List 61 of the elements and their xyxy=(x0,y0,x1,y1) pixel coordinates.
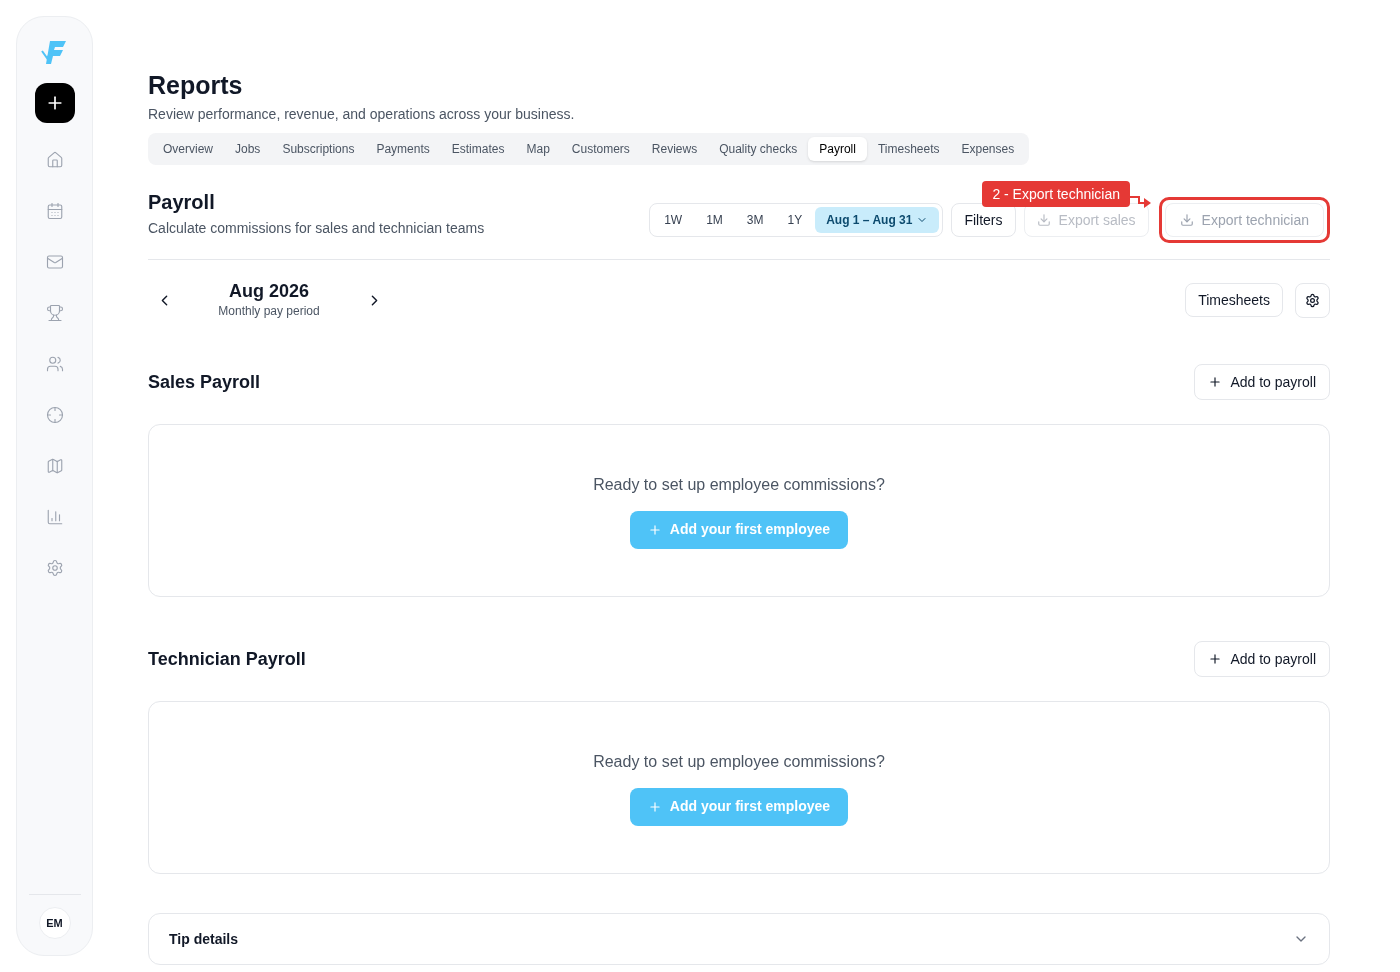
settings-icon xyxy=(45,558,64,577)
range-option[interactable]: 1W xyxy=(653,207,694,233)
add-to-payroll-button[interactable]: Add to payroll xyxy=(1194,364,1330,400)
sidebar-item[interactable] xyxy=(45,456,64,475)
home-icon xyxy=(45,150,64,169)
page-subtitle: Review performance, revenue, and operations across your business. xyxy=(148,105,576,124)
payroll-title: Technician Payroll xyxy=(148,647,306,671)
settings-icon xyxy=(1305,292,1320,308)
new-button[interactable] xyxy=(34,83,75,123)
annotation-arrow xyxy=(1129,194,1152,208)
tab[interactable]: Customers xyxy=(560,137,641,161)
tab[interactable]: Payments xyxy=(365,137,441,161)
tab[interactable]: Quality checks xyxy=(708,137,809,161)
range-option[interactable]: 3M xyxy=(735,207,775,233)
sidebar-item[interactable] xyxy=(45,405,64,424)
download-icon xyxy=(1036,213,1051,227)
sidebar-item[interactable] xyxy=(45,558,64,577)
sidebar-item[interactable] xyxy=(45,150,64,169)
tab[interactable]: Reviews xyxy=(640,137,709,161)
sidebar-item[interactable] xyxy=(45,507,64,526)
range-option[interactable]: Aug 1 – Aug 31 xyxy=(815,207,940,233)
tab[interactable]: Overview xyxy=(152,137,224,161)
map-icon xyxy=(45,456,64,475)
tip-details-row[interactable]: Tip details xyxy=(148,913,1330,965)
section-title: Payroll xyxy=(148,190,216,215)
tab[interactable]: Jobs xyxy=(224,137,272,161)
tab[interactable]: Timesheets xyxy=(866,137,951,161)
users-icon xyxy=(45,354,64,373)
period-caption: Monthly pay period xyxy=(218,303,320,320)
tab[interactable]: Estimates xyxy=(440,137,516,161)
tab[interactable]: Subscriptions xyxy=(271,137,366,161)
tab[interactable]: Expenses xyxy=(950,137,1026,161)
section-subtitle: Calculate commissions for sales and technician teams xyxy=(148,219,485,238)
plus-icon xyxy=(647,799,662,814)
payroll-title: Sales Payroll xyxy=(148,370,261,394)
avatar[interactable]: EM xyxy=(38,907,71,939)
plus-icon xyxy=(1208,375,1223,389)
page-title: Reports xyxy=(148,70,244,100)
empty-state-text: Ready to set up employee commissions? xyxy=(593,751,885,772)
timesheets-button[interactable]: Timesheets xyxy=(1185,283,1283,317)
plus-icon xyxy=(647,522,662,537)
settings-button[interactable] xyxy=(1295,282,1330,318)
mail-icon xyxy=(45,252,64,271)
crosshair-icon xyxy=(45,405,64,424)
annotation-callout: 2 - Export technician xyxy=(982,181,1130,207)
sidebar-item[interactable] xyxy=(45,252,64,271)
sidebar-item[interactable] xyxy=(45,354,64,373)
range-option[interactable]: 1Y xyxy=(776,207,814,233)
calendar-icon xyxy=(45,201,64,220)
period-month: Aug 2026 xyxy=(228,280,309,302)
tab[interactable]: Map xyxy=(515,137,561,161)
trophy-icon xyxy=(45,303,64,322)
add-to-payroll-button[interactable]: Add to payroll xyxy=(1194,641,1330,677)
sidebar-item[interactable] xyxy=(45,303,64,322)
range-option[interactable]: 1M xyxy=(695,207,734,233)
bar-chart-icon xyxy=(45,507,64,526)
tab[interactable]: Payroll xyxy=(808,137,867,161)
download-icon xyxy=(1179,213,1194,227)
empty-state-text: Ready to set up employee commissions? xyxy=(593,474,885,495)
sidebar-item[interactable] xyxy=(45,201,64,220)
plus-icon xyxy=(1208,652,1223,666)
